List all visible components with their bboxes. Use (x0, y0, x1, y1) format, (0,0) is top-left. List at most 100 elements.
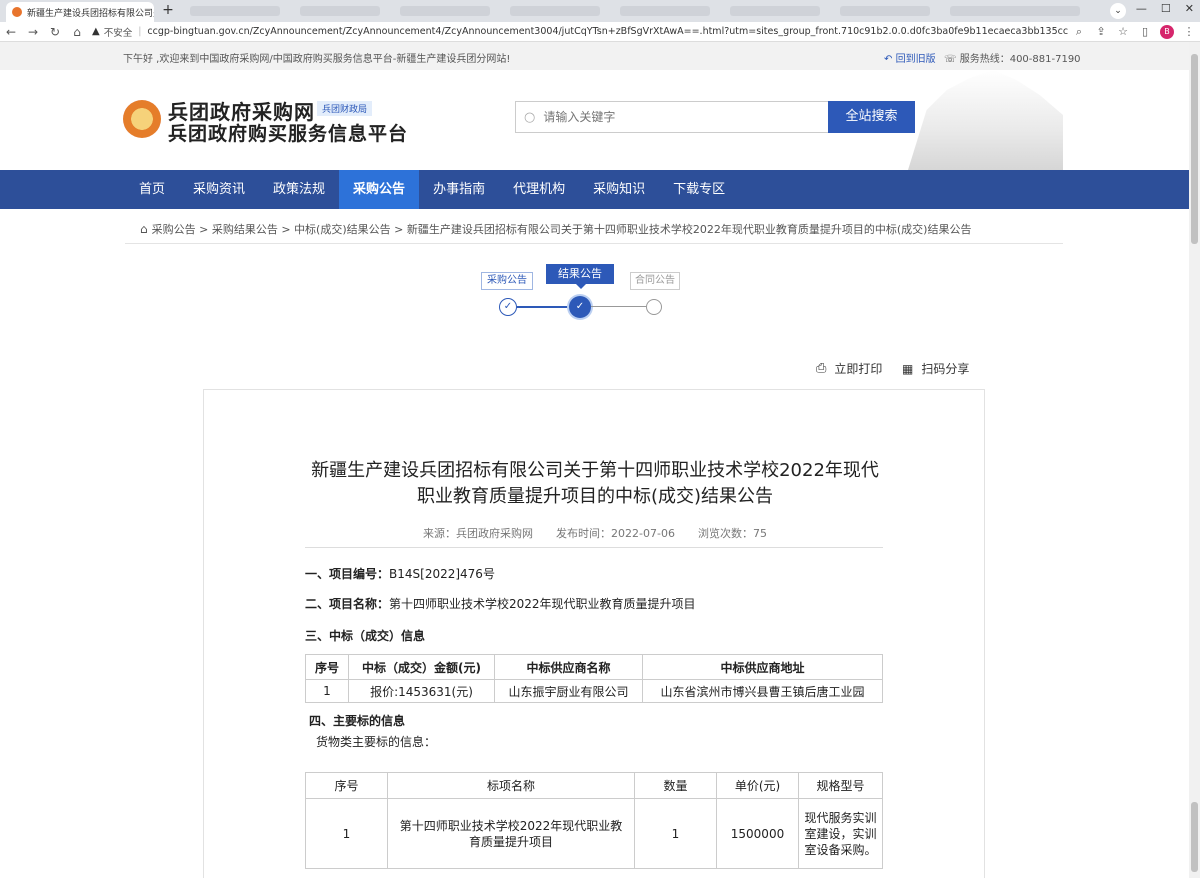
step-label-contract[interactable]: 合同公告 (630, 272, 680, 290)
scrollbar-thumb[interactable] (1191, 802, 1198, 872)
background-tab[interactable] (730, 6, 820, 16)
menu-dots-icon[interactable]: ⋮ (1178, 25, 1200, 38)
share-page-icon[interactable]: ⇪ (1090, 25, 1112, 38)
print-button[interactable]: ⎙ 立即打印 (816, 360, 882, 377)
background-tab[interactable] (400, 6, 490, 16)
site-logo-emblem[interactable] (123, 100, 161, 138)
table-cell: 1 (634, 798, 717, 869)
search-icon: ○ (524, 109, 536, 125)
table-row: 1 第十四师职业技术学校2022年现代职业教育质量提升项目 1 1500000 … (305, 798, 883, 869)
breadcrumb-item[interactable]: 采购公告 (152, 221, 196, 237)
address-bar: ← → ↻ ⌂ ▲ 不安全 | ccgp-bingtuan.gov.cn/Zcy… (0, 22, 1200, 42)
scrollbar-thumb[interactable] (1191, 54, 1198, 244)
background-tab[interactable] (300, 6, 380, 16)
breadcrumb-sep: > (277, 222, 295, 236)
table-row: 1 报价:1453631(元) 山东振宇厨业有限公司 山东省滨州市博兴县曹王镇后… (305, 679, 883, 703)
page-scrollbar[interactable] (1189, 42, 1200, 878)
section-award-heading: 三、中标（成交）信息 (305, 629, 426, 643)
statue-illustration (908, 70, 1063, 170)
breadcrumb-item[interactable]: 采购结果公告 (212, 221, 278, 237)
qrcode-icon: ▦ (902, 361, 914, 376)
zoom-icon[interactable]: ⌕ (1068, 25, 1090, 39)
new-tab-button[interactable]: + (160, 3, 176, 19)
sidebar-icon[interactable]: ▯ (1134, 25, 1156, 38)
url-field[interactable]: ▲ 不安全 | ccgp-bingtuan.gov.cn/ZcyAnnounce… (92, 24, 1068, 40)
phone-icon: ☏ (944, 54, 957, 65)
step-label-result[interactable]: 结果公告 (546, 264, 614, 284)
breadcrumb-current: 新疆生产建设兵团招标有限公司关于第十四师职业技术学校2022年现代职业教育质量提… (406, 223, 972, 236)
main-nav: 首页 采购资讯 政策法规 采购公告 办事指南 代理机构 采购知识 下载专区 (0, 170, 1189, 209)
divider (305, 547, 883, 548)
minimize-icon[interactable]: — (1136, 2, 1147, 15)
section-project-number: 一、项目编号：B14S[2022]476号 (305, 567, 495, 581)
tab-title: 新疆生产建设兵团招标有限公司关 (27, 8, 154, 19)
breadcrumb-item[interactable]: 中标(成交)结果公告 (294, 221, 391, 237)
warning-icon: ▲ (92, 26, 100, 37)
search-button[interactable]: 全站搜索 (828, 101, 915, 133)
background-tab[interactable] (840, 6, 930, 16)
search-box: ○ (515, 101, 829, 133)
nav-item-agencies[interactable]: 代理机构 (499, 170, 579, 209)
browser-tab-bar: 新疆生产建设兵团招标有限公司关 ✕ + ⌄ — ☐ ✕ (0, 0, 1200, 22)
table-header: 标项名称 (387, 772, 635, 799)
step-connector (517, 306, 569, 308)
table-header: 单价(元) (716, 772, 799, 799)
nav-item-policy[interactable]: 政策法规 (259, 170, 339, 209)
reload-icon[interactable]: ↻ (44, 25, 66, 39)
site-header: 兵团政府采购网 兵团财政局 兵团政府购买服务信息平台 ○ 全站搜索 (0, 70, 1189, 170)
table-header: 序号 (305, 654, 349, 680)
table-header: 中标供应商地址 (642, 654, 883, 680)
table-header: 序号 (305, 772, 388, 799)
return-icon: ↶ (884, 54, 893, 65)
table-cell: 山东振宇厨业有限公司 (494, 679, 643, 703)
step-label-procurement[interactable]: 采购公告 (481, 272, 533, 290)
old-version-link[interactable]: ↶ 回到旧版 (884, 50, 936, 65)
nav-item-announcements[interactable]: 采购公告 (339, 170, 420, 209)
nav-item-knowledge[interactable]: 采购知识 (579, 170, 659, 209)
article-meta: 来源：兵团政府采购网 发布时间：2022-07-06 浏览次数：75 (305, 525, 885, 541)
window-close-icon[interactable]: ✕ (1185, 2, 1194, 15)
background-tab[interactable] (190, 6, 280, 16)
profile-avatar[interactable]: B (1160, 24, 1174, 39)
table-cell: 山东省滨州市博兴县曹王镇后唐工业园 (642, 679, 883, 703)
nav-item-guide[interactable]: 办事指南 (419, 170, 499, 209)
table-header-row: 序号 标项名称 数量 单价(元) 规格型号 (305, 772, 883, 799)
meta-date: 发布时间：2022-07-06 (556, 527, 675, 540)
site-favicon-icon (12, 7, 22, 17)
table-cell: 1 (305, 679, 349, 703)
home-icon[interactable]: ⌂ (66, 25, 88, 39)
browser-tab[interactable]: 新疆生产建设兵团招标有限公司关 ✕ (6, 2, 154, 22)
forward-icon[interactable]: → (22, 25, 44, 39)
site-subtitle[interactable]: 兵团政府购买服务信息平台 (168, 119, 408, 146)
table-header: 规格型号 (798, 772, 883, 799)
back-icon[interactable]: ← (0, 25, 22, 39)
welcome-text: 下午好 ,欢迎来到中国政府采购网/中国政府购买服务信息平台-新疆生产建设兵团分网… (123, 54, 511, 65)
step-pointer (576, 284, 586, 289)
divider (125, 243, 1063, 244)
background-tab[interactable] (950, 6, 1080, 16)
nav-item-news[interactable]: 采购资讯 (179, 170, 259, 209)
table-header-row: 序号 中标（成交）金额(元) 中标供应商名称 中标供应商地址 (305, 654, 883, 680)
background-tab[interactable] (510, 6, 600, 16)
maximize-icon[interactable]: ☐ (1161, 2, 1171, 15)
award-table: 序号 中标（成交）金额(元) 中标供应商名称 中标供应商地址 1 报价:1453… (305, 654, 883, 703)
step3-circle-icon (646, 299, 662, 315)
meta-views: 浏览次数：75 (697, 527, 767, 540)
nav-item-home[interactable]: 首页 (125, 170, 179, 209)
section-items-sub: 货物类主要标的信息： (316, 735, 437, 749)
bookmark-star-icon[interactable]: ☆ (1112, 25, 1134, 38)
share-button[interactable]: ▦ 扫码分享 (902, 360, 969, 377)
search-input[interactable] (543, 110, 804, 124)
items-table: 序号 标项名称 数量 单价(元) 规格型号 1 第十四师职业技术学校2022年现… (305, 772, 883, 869)
meta-source: 来源：兵团政府采购网 (423, 527, 534, 540)
top-info-bar: 下午好 ,欢迎来到中国政府采购网/中国政府购买服务信息平台-新疆生产建设兵团分网… (0, 42, 1189, 70)
background-tab[interactable] (620, 6, 710, 16)
url-text: ccgp-bingtuan.gov.cn/ZcyAnnouncement/Zcy… (147, 26, 1068, 37)
article-title: 新疆生产建设兵团招标有限公司关于第十四师职业技术学校2022年现代职业教育质量提… (311, 460, 879, 507)
table-header: 数量 (634, 772, 717, 799)
home-icon[interactable]: ⌂ (140, 222, 148, 236)
tab-search-icon[interactable]: ⌄ (1110, 3, 1126, 19)
nav-item-downloads[interactable]: 下载专区 (659, 170, 739, 209)
hotline-text: ☏ 服务热线：400-881-7190 (944, 54, 1081, 65)
table-cell: 第十四师职业技术学校2022年现代职业教育质量提升项目 (387, 798, 635, 869)
